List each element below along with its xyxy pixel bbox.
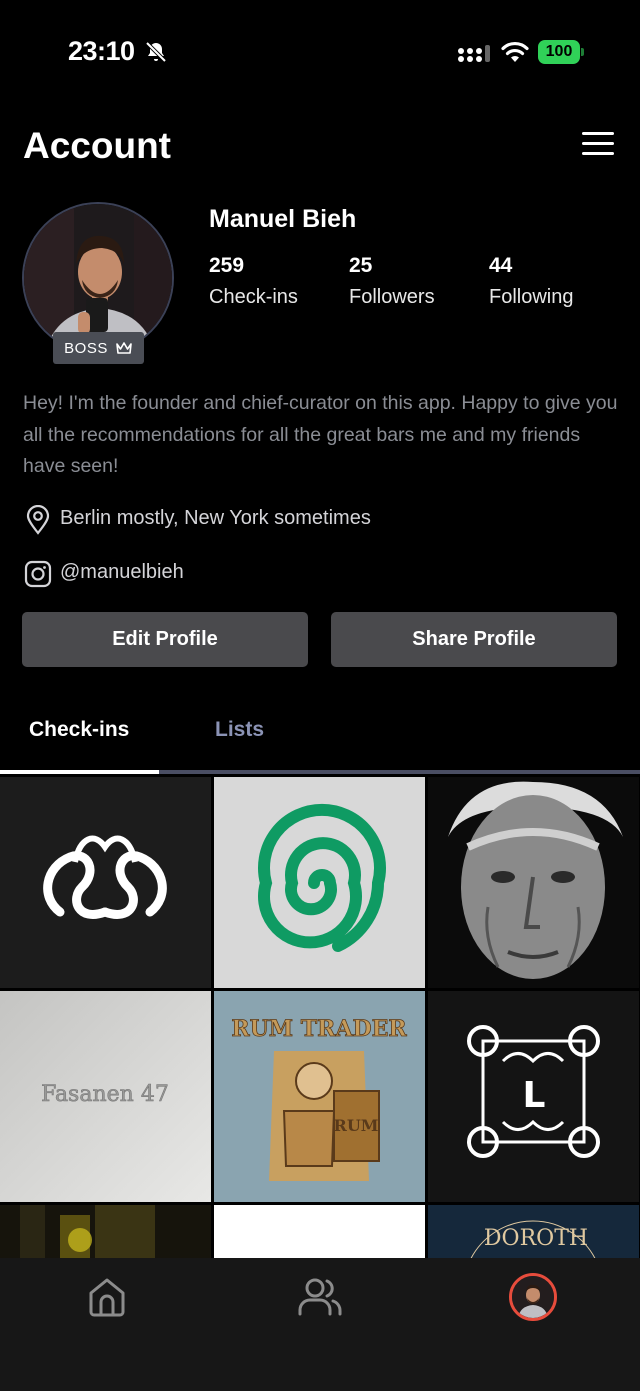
grid-item[interactable] (0, 1205, 211, 1258)
rum-trader-sign: RUM TRADER RUM (214, 991, 425, 1202)
boss-badge-label: BOSS (64, 339, 108, 357)
grid-item[interactable] (214, 1205, 425, 1258)
instagram-icon (24, 560, 52, 588)
page-title: Account (23, 125, 171, 166)
followers-label[interactable]: Followers (349, 286, 435, 309)
profile-bio: Hey! I'm the founder and chief-curator o… (23, 392, 618, 477)
green-spiral-logo (258, 803, 386, 952)
wifi-icon (501, 41, 529, 62)
tab-lists[interactable]: Lists (215, 718, 264, 742)
battery-icon: 100 (538, 40, 584, 64)
fasanen-photo: Fasanen 47 (0, 991, 211, 1202)
instagram-handle-link[interactable]: @manuelbieh (60, 561, 184, 584)
grid-item[interactable]: Fasanen 47 (0, 991, 211, 1202)
profile-name: Manuel Bieh (209, 205, 357, 233)
svg-text:DOROTH: DOROTH (484, 1226, 588, 1251)
ampersand-logo (43, 835, 167, 919)
hamburger-menu-icon[interactable] (582, 132, 614, 158)
bar-interior-photo (0, 1205, 211, 1258)
profile-avatar-nav[interactable] (509, 1273, 557, 1321)
followers-count: 25 (349, 254, 373, 277)
grid-item[interactable] (214, 777, 425, 988)
portrait-photo (428, 777, 639, 988)
location-pin-icon (26, 505, 50, 535)
battery-level: 100 (538, 40, 580, 64)
bell-muted-icon (145, 41, 167, 63)
grid-item[interactable]: DOROTH (428, 1205, 639, 1258)
tab-check-ins[interactable]: Check-ins (29, 718, 129, 742)
grid-item[interactable] (428, 777, 639, 988)
grid-item[interactable] (0, 777, 211, 988)
svg-text:Fasanen 47: Fasanen 47 (41, 1082, 169, 1107)
cellular-signal-icon (458, 45, 490, 62)
monogram-logo: L (467, 1025, 600, 1158)
checkins-count: 259 (209, 254, 245, 277)
home-icon[interactable] (86, 1276, 128, 1318)
dorothy-logo: DOROTH (428, 1205, 639, 1258)
profile-location: Berlin mostly, New York sometimes (60, 507, 371, 529)
svg-text:L: L (523, 1075, 546, 1116)
following-count: 44 (489, 254, 513, 277)
edit-profile-button[interactable]: Edit Profile (22, 612, 308, 667)
friends-icon[interactable] (297, 1276, 343, 1318)
following-label[interactable]: Following (489, 286, 573, 309)
grid-item[interactable]: L (428, 991, 639, 1202)
share-profile-button[interactable]: Share Profile (331, 612, 617, 667)
svg-text:RUM TRADER: RUM TRADER (231, 1016, 407, 1042)
checkins-label[interactable]: Check-ins (209, 286, 298, 309)
boss-badge: BOSS (53, 332, 144, 364)
status-time: 23:10 (68, 36, 135, 66)
tab-active-indicator (0, 770, 159, 774)
crown-icon (116, 342, 132, 354)
svg-text:RUM: RUM (334, 1116, 379, 1135)
grid-item[interactable]: RUM TRADER RUM (214, 991, 425, 1202)
